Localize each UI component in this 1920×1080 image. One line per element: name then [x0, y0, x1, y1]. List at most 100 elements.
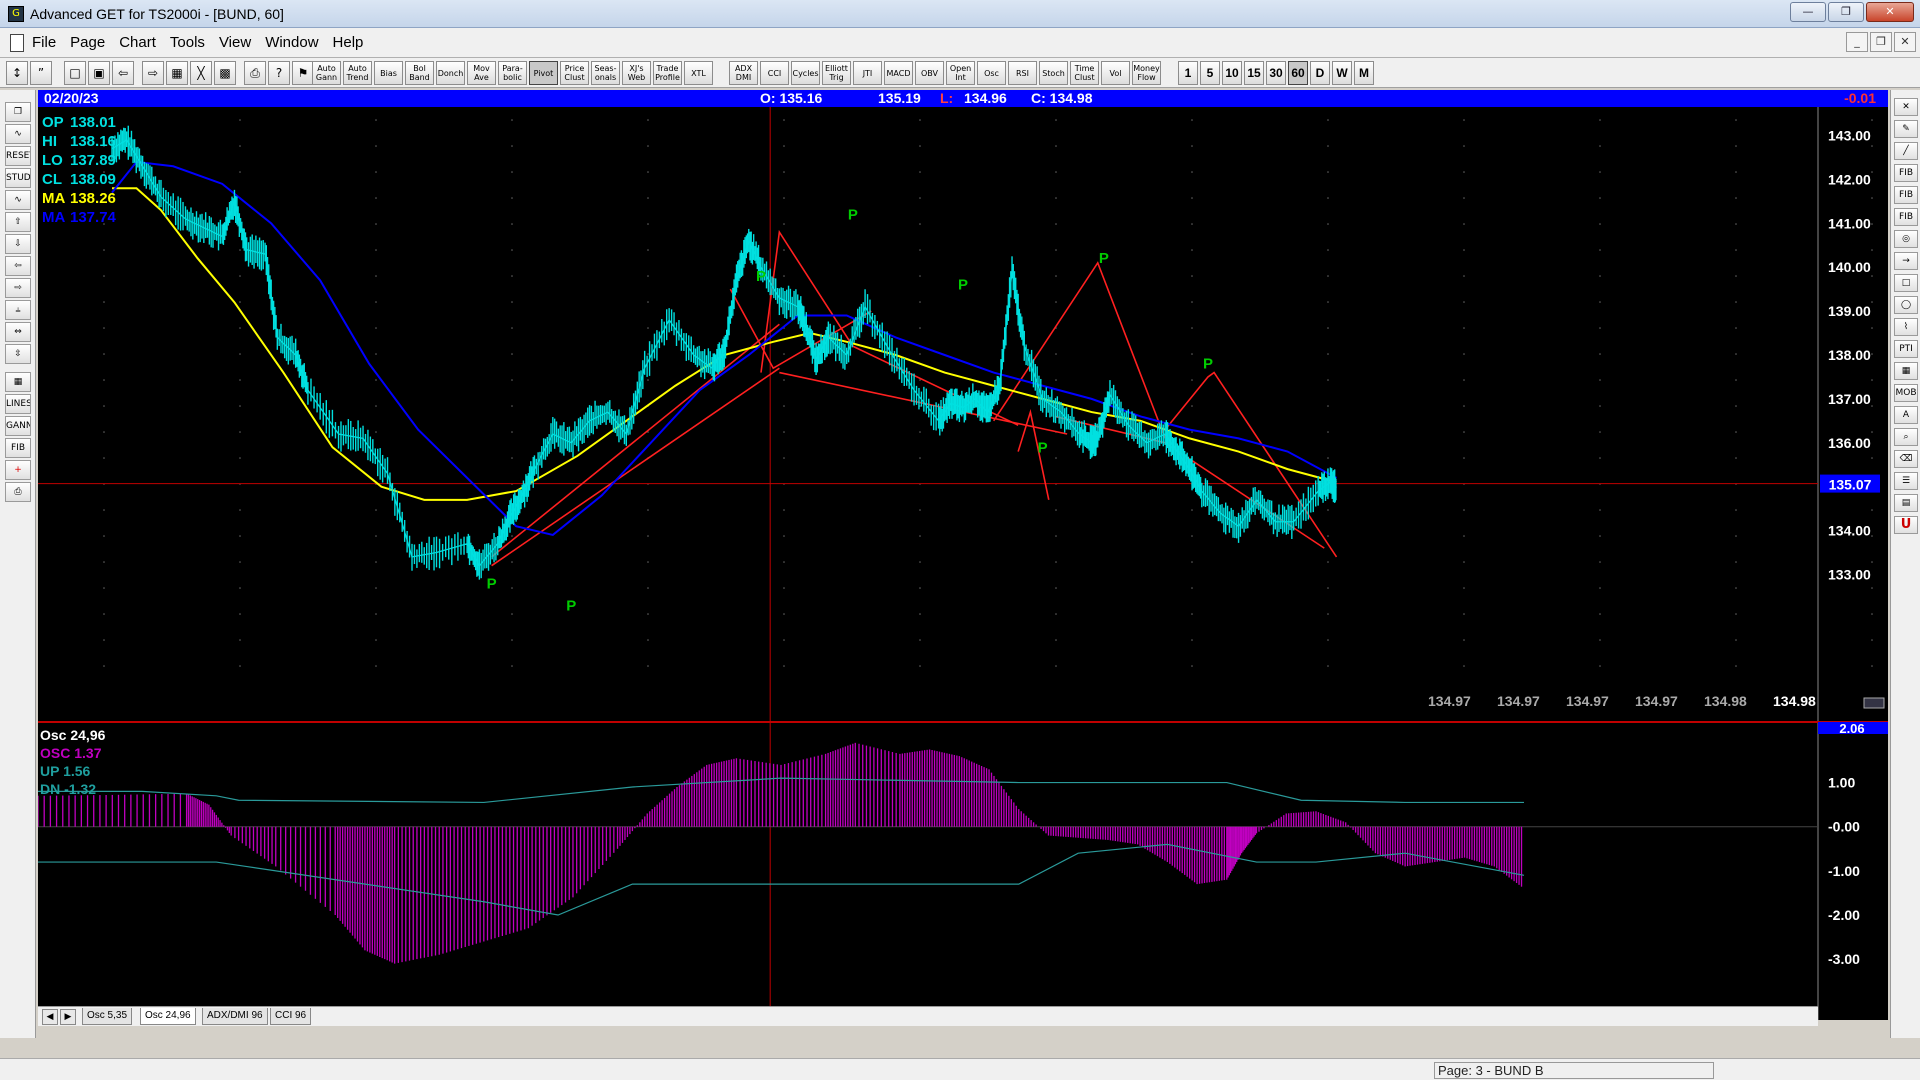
grid-icon[interactable]: ▦	[5, 372, 31, 392]
back-icon[interactable]: ⇦	[112, 61, 134, 85]
study-pivot[interactable]: Pivot	[529, 61, 558, 85]
menu-help[interactable]: Help	[333, 34, 364, 51]
timeframe-60[interactable]: 60	[1288, 61, 1308, 85]
elliott-wave-icon[interactable]: ∿	[5, 190, 31, 210]
mdi-minimize-button[interactable]: _	[1846, 32, 1868, 52]
fib-time-icon[interactable]: FIB	[1894, 208, 1918, 226]
study-macd[interactable]: MACD	[884, 61, 913, 85]
magnet-icon[interactable]: U	[1894, 516, 1918, 534]
tab-scroll-left-icon[interactable]: ◀	[42, 1009, 58, 1025]
tab-osc-5-35[interactable]: Osc 5,35	[82, 1008, 133, 1025]
help-icon[interactable]: ?	[268, 61, 290, 85]
line-icon[interactable]: ╱	[1894, 142, 1918, 160]
close-button[interactable]: ✕	[1866, 2, 1914, 22]
fib-ext-icon[interactable]: FIB	[1894, 186, 1918, 204]
arrow-down-icon[interactable]: ⇩	[5, 234, 31, 254]
tab-cci[interactable]: CCI 96	[270, 1008, 312, 1025]
ellipse-icon[interactable]: ◯	[1894, 296, 1918, 314]
study-money-flow[interactable]: Money Flow	[1132, 61, 1161, 85]
cross-icon[interactable]: ╳	[190, 61, 212, 85]
compress-icon[interactable]: ⇔	[5, 322, 31, 342]
timeframe-15[interactable]: 15	[1244, 61, 1264, 85]
study-rsi[interactable]: RSI	[1008, 61, 1037, 85]
target-icon[interactable]: ◎	[1894, 230, 1918, 248]
gann-icon[interactable]: GANN	[5, 416, 31, 436]
erase-icon[interactable]: ⌫	[1894, 450, 1918, 468]
study-stoch[interactable]: Stoch	[1039, 61, 1068, 85]
grid-icon[interactable]: ▩	[214, 61, 236, 85]
new-icon[interactable]: □	[64, 61, 86, 85]
document-icon[interactable]	[10, 33, 24, 52]
timeframe-5[interactable]: 5	[1200, 61, 1220, 85]
forward-icon[interactable]: ⇨	[142, 61, 164, 85]
mdi-restore-button[interactable]: ❐	[1870, 32, 1892, 52]
fib-ret-icon[interactable]: FIB	[1894, 164, 1918, 182]
study-icon[interactable]: STUDY	[5, 168, 31, 188]
timeframe-w[interactable]: W	[1332, 61, 1352, 85]
study-vol[interactable]: Vol	[1101, 61, 1130, 85]
fib-icon[interactable]: FIB	[5, 438, 31, 458]
study-donch[interactable]: Donch	[436, 61, 465, 85]
lines-icon[interactable]: LINES	[5, 394, 31, 414]
tab-osc-24-96[interactable]: Osc 24,96	[140, 1008, 196, 1025]
chart-svg[interactable]: 02/20/23 O: 135.16 135.19 L: 134.96 C: 134.98…	[38, 90, 1888, 1020]
open-icon[interactable]: ❐	[5, 102, 31, 122]
menu-chart[interactable]: Chart	[119, 34, 156, 51]
tab-adx-dmi[interactable]: ADX/DMI 96	[202, 1008, 268, 1025]
close-icon[interactable]: ✕	[1894, 98, 1918, 116]
study-bol-band[interactable]: Bol Band	[405, 61, 434, 85]
study-seas-onals[interactable]: Seas-onals	[591, 61, 620, 85]
arrow-right-icon[interactable]: ⇨	[5, 278, 31, 298]
study-mov-ave[interactable]: Mov Ave	[467, 61, 496, 85]
study-open-int[interactable]: Open Int	[946, 61, 975, 85]
zoom-icon[interactable]: ⌕	[1894, 428, 1918, 446]
rect-icon[interactable]: □	[1894, 274, 1918, 292]
quote-icon[interactable]: ”	[30, 61, 52, 85]
minimize-button[interactable]: —	[1790, 2, 1826, 22]
menu-page[interactable]: Page	[70, 34, 105, 51]
study-bias[interactable]: Bias	[374, 61, 403, 85]
study-xtl[interactable]: XTL	[684, 61, 713, 85]
bars-icon[interactable]: ⫨	[5, 300, 31, 320]
timeframe-1[interactable]: 1	[1178, 61, 1198, 85]
arrow-tool-icon[interactable]: →	[1894, 252, 1918, 270]
arrow-left-icon[interactable]: ⇦	[5, 256, 31, 276]
list-icon[interactable]: ☰	[1894, 472, 1918, 490]
study-elliott-trig[interactable]: Elliott Trig	[822, 61, 851, 85]
study-obv[interactable]: OBV	[915, 61, 944, 85]
timeframe-d[interactable]: D	[1310, 61, 1330, 85]
pencil-icon[interactable]: ✎	[1894, 120, 1918, 138]
alert-icon[interactable]: ⚑	[292, 61, 314, 85]
calc-icon[interactable]: ▤	[1894, 494, 1918, 512]
reset-icon[interactable]: RESET	[5, 146, 31, 166]
print-icon[interactable]: ⎙	[244, 61, 266, 85]
arrow-up-icon[interactable]: ⇧	[5, 212, 31, 232]
print-icon[interactable]: ⎙	[5, 482, 31, 502]
maximize-button[interactable]: ❐	[1828, 2, 1864, 22]
pin-icon[interactable]: ↕	[6, 61, 28, 85]
study-adx-dmi[interactable]: ADX DMI	[729, 61, 758, 85]
grid-tool-icon[interactable]: ▦	[1894, 362, 1918, 380]
menu-view[interactable]: View	[219, 34, 251, 51]
study-cycles[interactable]: Cycles	[791, 61, 820, 85]
elliott-icon[interactable]: ∿	[5, 124, 31, 144]
timeframe-m[interactable]: M	[1354, 61, 1374, 85]
menu-file[interactable]: File	[32, 34, 56, 51]
study-trade-profile[interactable]: Trade Profile	[653, 61, 682, 85]
expand-icon[interactable]: ⇳	[5, 344, 31, 364]
pattern-icon[interactable]: ⌇	[1894, 318, 1918, 336]
open-icon[interactable]: ▣	[88, 61, 110, 85]
study-auto-gann[interactable]: Auto Gann	[312, 61, 341, 85]
study-xj-s-web[interactable]: XJ's Web	[622, 61, 651, 85]
study-cci[interactable]: CCI	[760, 61, 789, 85]
study-price-clust[interactable]: Price Clust	[560, 61, 589, 85]
timeframe-30[interactable]: 30	[1266, 61, 1286, 85]
mdi-close-button[interactable]: ✕	[1894, 32, 1916, 52]
scale-toggle-icon[interactable]	[1863, 697, 1885, 709]
chart-area[interactable]: 02/20/23 O: 135.16 135.19 L: 134.96 C: 134.98…	[38, 90, 1888, 1020]
study-osc[interactable]: Osc	[977, 61, 1006, 85]
menu-window[interactable]: Window	[265, 34, 318, 51]
study-jti[interactable]: JTI	[853, 61, 882, 85]
study-time-clust[interactable]: Time Clust	[1070, 61, 1099, 85]
menu-tools[interactable]: Tools	[170, 34, 205, 51]
